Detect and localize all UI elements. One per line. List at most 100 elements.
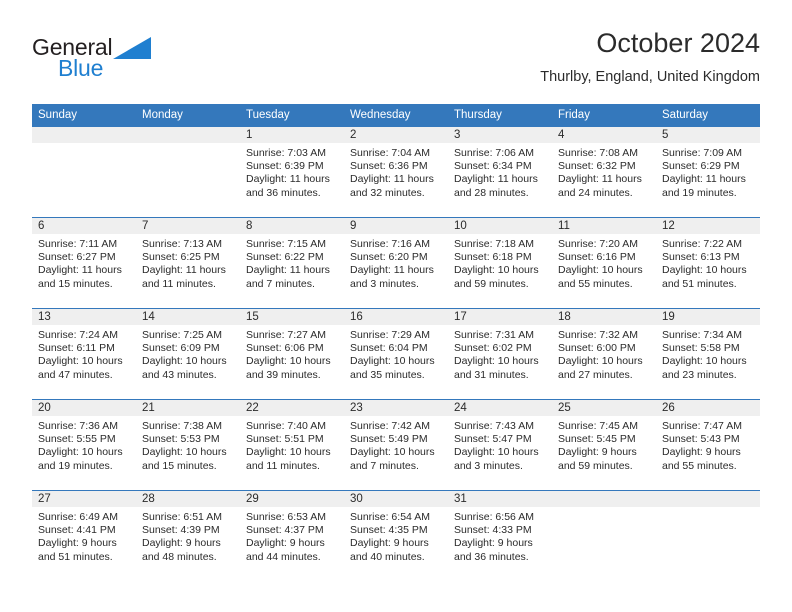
calendar-day-cell[interactable]: 15 Sunrise: 7:27 AM Sunset: 6:06 PM Dayligh… <box>240 308 344 400</box>
day-sunrise-text: Sunrise: 7:38 AM <box>142 420 222 432</box>
day-daylight1-text: Daylight: 9 hours <box>142 537 221 550</box>
calendar-day-cell[interactable]: 26 Sunrise: 7:47 AM Sunset: 5:43 PM Dayligh… <box>656 399 760 491</box>
day-cell-content: 10 Sunrise: 7:18 AM Sunset: 6:18 PM Dayligh… <box>448 218 552 308</box>
day-sunset-text: Sunset: 6:25 PM <box>142 251 220 264</box>
day-daylight1-text: Daylight: 11 hours <box>350 264 434 277</box>
calendar-day-cell[interactable]: 11 Sunrise: 7:20 AM Sunset: 6:16 PM Dayligh… <box>552 217 656 309</box>
day-details: Sunrise: 7:04 AM Sunset: 6:36 PM Daylight:… <box>344 143 448 200</box>
day-number: 28 <box>136 491 240 507</box>
day-details: Sunrise: 7:08 AM Sunset: 6:32 PM Daylight:… <box>552 143 656 200</box>
day-details <box>32 143 136 147</box>
calendar-day-cell[interactable]: 13 Sunrise: 7:24 AM Sunset: 6:11 PM Dayligh… <box>32 308 136 400</box>
day-daylight1-text: Daylight: 11 hours <box>662 173 746 186</box>
day-sunset-text: Sunset: 6:22 PM <box>246 251 324 264</box>
day-cell-content: 26 Sunrise: 7:47 AM Sunset: 5:43 PM Dayligh… <box>656 400 760 490</box>
calendar-day-cell[interactable]: 16 Sunrise: 7:29 AM Sunset: 6:04 PM Dayligh… <box>344 308 448 400</box>
calendar-day-cell[interactable]: 22 Sunrise: 7:40 AM Sunset: 5:51 PM Dayligh… <box>240 399 344 491</box>
calendar-day-cell[interactable]: 18 Sunrise: 7:32 AM Sunset: 6:00 PM Dayligh… <box>552 308 656 400</box>
day-daylight2-text: and 24 minutes. <box>558 186 633 199</box>
calendar-day-cell[interactable]: 8 Sunrise: 7:15 AM Sunset: 6:22 PM Daylight… <box>240 217 344 309</box>
calendar-day-cell[interactable]: 9 Sunrise: 7:16 AM Sunset: 6:20 PM Daylight… <box>344 217 448 309</box>
calendar-day-cell[interactable]: 30 Sunrise: 6:54 AM Sunset: 4:35 PM Dayligh… <box>344 490 448 581</box>
day-cell-content: 30 Sunrise: 6:54 AM Sunset: 4:35 PM Dayligh… <box>344 491 448 581</box>
day-cell-content: 24 Sunrise: 7:43 AM Sunset: 5:47 PM Dayligh… <box>448 400 552 490</box>
calendar-day-cell[interactable]: 1 Sunrise: 7:03 AM Sunset: 6:39 PM Daylight… <box>240 127 344 218</box>
calendar-day-cell[interactable]: 6 Sunrise: 7:11 AM Sunset: 6:27 PM Daylight… <box>32 217 136 309</box>
day-daylight2-text: and 59 minutes. <box>454 277 529 290</box>
day-daylight2-text: and 15 minutes. <box>38 277 113 290</box>
calendar-day-cell[interactable]: 31 Sunrise: 6:56 AM Sunset: 4:33 PM Dayligh… <box>448 490 552 581</box>
day-daylight2-text: and 36 minutes. <box>246 186 321 199</box>
calendar-day-cell[interactable]: 20 Sunrise: 7:36 AM Sunset: 5:55 PM Dayligh… <box>32 399 136 491</box>
calendar-day-cell[interactable]: 24 Sunrise: 7:43 AM Sunset: 5:47 PM Dayligh… <box>448 399 552 491</box>
calendar-day-cell[interactable]: 3 Sunrise: 7:06 AM Sunset: 6:34 PM Daylight… <box>448 127 552 218</box>
calendar-day-cell[interactable]: 17 Sunrise: 7:31 AM Sunset: 6:02 PM Dayligh… <box>448 308 552 400</box>
day-cell-content: 16 Sunrise: 7:29 AM Sunset: 6:04 PM Dayligh… <box>344 309 448 399</box>
day-sunset-text: Sunset: 6:04 PM <box>350 342 428 355</box>
calendar-day-cell[interactable]: 5 Sunrise: 7:09 AM Sunset: 6:29 PM Daylight… <box>656 127 760 218</box>
weekday-header-monday: Monday <box>136 104 240 127</box>
day-daylight2-text: and 55 minutes. <box>558 277 633 290</box>
day-daylight2-text: and 44 minutes. <box>246 550 321 563</box>
calendar-day-cell[interactable]: 28 Sunrise: 6:51 AM Sunset: 4:39 PM Dayligh… <box>136 490 240 581</box>
day-daylight2-text: and 19 minutes. <box>662 186 737 199</box>
day-daylight1-text: Daylight: 10 hours <box>246 355 331 368</box>
day-daylight1-text: Daylight: 10 hours <box>454 264 539 277</box>
day-cell-content <box>32 127 136 217</box>
day-daylight1-text: Daylight: 10 hours <box>662 355 747 368</box>
calendar-day-cell[interactable] <box>136 127 240 218</box>
calendar-day-cell[interactable]: 2 Sunrise: 7:04 AM Sunset: 6:36 PM Daylight… <box>344 127 448 218</box>
day-daylight1-text: Daylight: 10 hours <box>142 355 227 368</box>
day-sunrise-text: Sunrise: 7:11 AM <box>38 238 118 250</box>
day-details: Sunrise: 7:22 AM Sunset: 6:13 PM Daylight:… <box>656 234 760 291</box>
day-number: 31 <box>448 491 552 507</box>
calendar-day-cell[interactable] <box>552 490 656 581</box>
calendar-day-cell[interactable]: 14 Sunrise: 7:25 AM Sunset: 6:09 PM Dayligh… <box>136 308 240 400</box>
day-cell-content: 6 Sunrise: 7:11 AM Sunset: 6:27 PM Daylight… <box>32 218 136 308</box>
day-daylight2-text: and 43 minutes. <box>142 368 217 381</box>
day-sunrise-text: Sunrise: 7:13 AM <box>142 238 222 250</box>
calendar-day-cell[interactable]: 27 Sunrise: 6:49 AM Sunset: 4:41 PM Dayligh… <box>32 490 136 581</box>
day-sunset-text: Sunset: 6:29 PM <box>662 160 740 173</box>
day-details: Sunrise: 7:20 AM Sunset: 6:16 PM Daylight:… <box>552 234 656 291</box>
calendar-day-cell[interactable]: 4 Sunrise: 7:08 AM Sunset: 6:32 PM Daylight… <box>552 127 656 218</box>
day-cell-content: 29 Sunrise: 6:53 AM Sunset: 4:37 PM Dayligh… <box>240 491 344 581</box>
day-details: Sunrise: 7:36 AM Sunset: 5:55 PM Daylight:… <box>32 416 136 473</box>
day-sunset-text: Sunset: 6:27 PM <box>38 251 116 264</box>
day-sunrise-text: Sunrise: 7:06 AM <box>454 147 534 159</box>
day-daylight1-text: Daylight: 10 hours <box>662 264 747 277</box>
day-daylight1-text: Daylight: 10 hours <box>454 446 539 459</box>
calendar-day-cell[interactable]: 10 Sunrise: 7:18 AM Sunset: 6:18 PM Dayligh… <box>448 217 552 309</box>
day-sunrise-text: Sunrise: 7:25 AM <box>142 329 222 341</box>
day-sunrise-text: Sunrise: 7:08 AM <box>558 147 638 159</box>
day-daylight2-text: and 3 minutes. <box>454 459 523 472</box>
calendar-day-cell[interactable]: 23 Sunrise: 7:42 AM Sunset: 5:49 PM Dayligh… <box>344 399 448 491</box>
calendar-day-cell[interactable] <box>32 127 136 218</box>
day-daylight2-text: and 7 minutes. <box>246 277 315 290</box>
day-sunrise-text: Sunrise: 7:32 AM <box>558 329 638 341</box>
calendar-day-cell[interactable]: 19 Sunrise: 7:34 AM Sunset: 5:58 PM Dayligh… <box>656 308 760 400</box>
day-sunrise-text: Sunrise: 7:22 AM <box>662 238 742 250</box>
day-details: Sunrise: 6:56 AM Sunset: 4:33 PM Daylight:… <box>448 507 552 564</box>
day-sunrise-text: Sunrise: 7:42 AM <box>350 420 430 432</box>
calendar-day-cell[interactable]: 29 Sunrise: 6:53 AM Sunset: 4:37 PM Dayligh… <box>240 490 344 581</box>
day-cell-content <box>656 491 760 581</box>
day-number: 27 <box>32 491 136 507</box>
day-daylight2-text: and 19 minutes. <box>38 459 113 472</box>
day-number <box>656 491 760 507</box>
day-details: Sunrise: 7:24 AM Sunset: 6:11 PM Daylight:… <box>32 325 136 382</box>
calendar-day-cell[interactable]: 12 Sunrise: 7:22 AM Sunset: 6:13 PM Dayligh… <box>656 217 760 309</box>
page-header: General Blue October 2024 Thurlby, Engla… <box>32 26 760 98</box>
day-sunset-text: Sunset: 4:41 PM <box>38 524 116 537</box>
day-cell-content: 9 Sunrise: 7:16 AM Sunset: 6:20 PM Daylight… <box>344 218 448 308</box>
calendar-day-cell[interactable]: 21 Sunrise: 7:38 AM Sunset: 5:53 PM Dayligh… <box>136 399 240 491</box>
day-cell-content <box>136 127 240 217</box>
calendar-day-cell[interactable] <box>656 490 760 581</box>
calendar-day-cell[interactable]: 25 Sunrise: 7:45 AM Sunset: 5:45 PM Dayligh… <box>552 399 656 491</box>
day-number: 24 <box>448 400 552 416</box>
day-daylight2-text: and 51 minutes. <box>662 277 737 290</box>
calendar-page: General Blue October 2024 Thurlby, Engla… <box>0 0 792 612</box>
calendar-day-cell[interactable]: 7 Sunrise: 7:13 AM Sunset: 6:25 PM Daylight… <box>136 217 240 309</box>
page-subtitle: Thurlby, England, United Kingdom <box>540 69 760 85</box>
day-number: 30 <box>344 491 448 507</box>
